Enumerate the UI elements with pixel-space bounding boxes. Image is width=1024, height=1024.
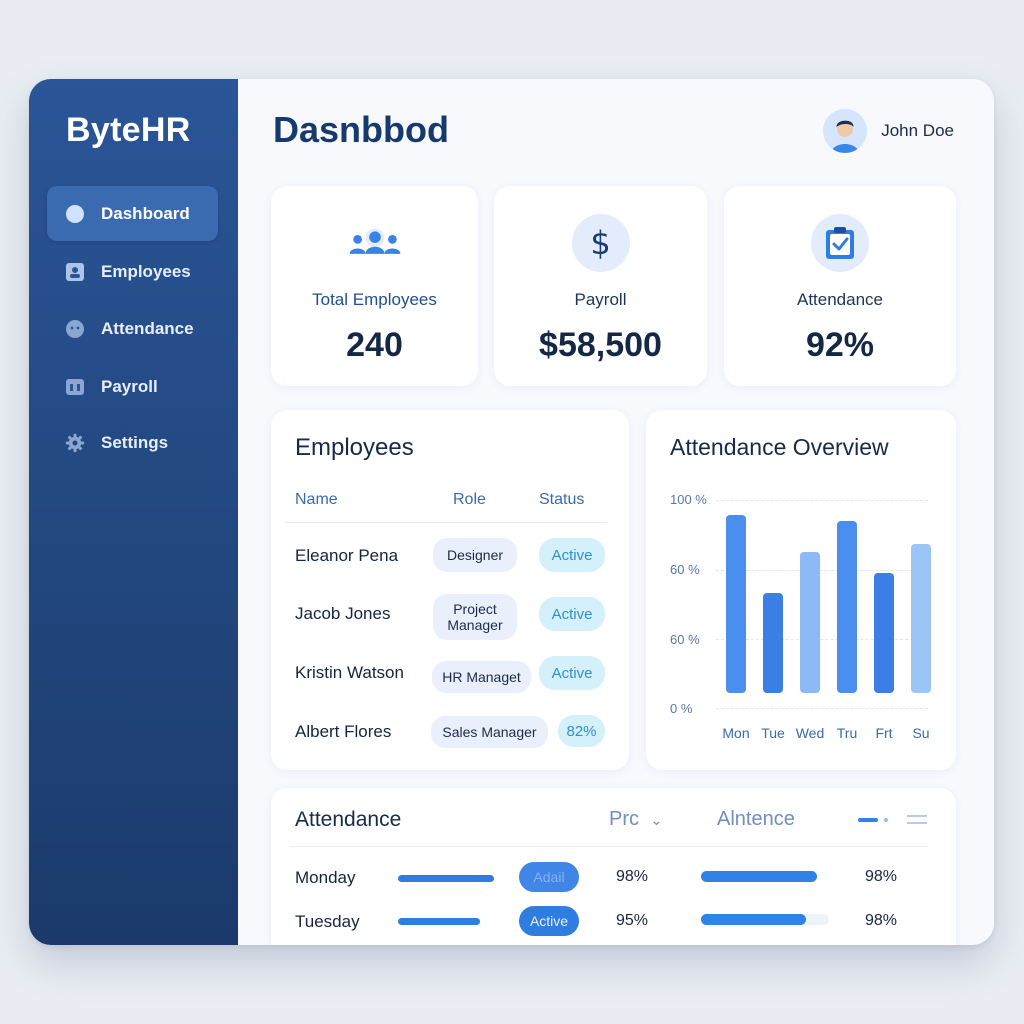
x-tick-label: Wed <box>795 725 825 741</box>
dollar-icon: $ <box>571 214 630 272</box>
app-window: ByteHR Dashboard Employees Attendance Pa… <box>29 79 994 945</box>
status-badge: Active <box>539 538 605 572</box>
role-badge: Project Manager <box>433 594 517 640</box>
employee-name: Eleanor Pena <box>295 546 399 565</box>
sidebar: ByteHR Dashboard Employees Attendance Pa… <box>29 79 238 945</box>
y-tick-label: 60 % <box>670 632 700 647</box>
status-badge: Active <box>539 597 605 631</box>
gridline <box>716 708 928 709</box>
sidebar-item-label: Settings <box>101 432 169 452</box>
gear-icon <box>65 433 85 453</box>
x-tick-label: Frt <box>875 725 893 741</box>
employees-card: Employees Name Role Status Eleanor Pena … <box>271 410 629 770</box>
user-name: John Doe <box>881 121 954 140</box>
column-header-label: Prc <box>609 808 639 830</box>
sidebar-item-payroll[interactable]: Payroll <box>47 359 218 414</box>
x-tick-label: Tue <box>761 725 785 741</box>
employees-title: Employees <box>295 434 414 461</box>
gridline <box>716 639 928 640</box>
sidebar-item-dashboard[interactable]: Dashboard <box>47 186 218 241</box>
employee-name: Jacob Jones <box>295 604 391 623</box>
chart-bar-wed[interactable] <box>800 552 820 693</box>
wallet-icon <box>65 377 85 397</box>
column-header-name[interactable]: Name <box>295 491 338 509</box>
y-tick-label: 0 % <box>670 701 693 716</box>
people-icon <box>346 214 404 272</box>
progress-bar <box>398 875 494 882</box>
column-header-role[interactable]: Role <box>453 491 486 509</box>
sidebar-item-label: Dashboard <box>101 203 190 223</box>
percent-value: 95% <box>616 912 649 929</box>
status-badge: Active <box>539 656 605 690</box>
attendance-overview-card: Attendance Overview 100 % 60 % 60 % 0 % … <box>646 410 956 770</box>
chart-bar-mon[interactable] <box>726 515 746 693</box>
stat-value: 92% <box>805 326 875 364</box>
divider <box>285 522 607 523</box>
percent-value: 98% <box>865 868 898 885</box>
status-badge: Adail <box>519 862 579 892</box>
column-header-alntence[interactable]: Alntence <box>717 808 795 831</box>
role-badge: HR Managet <box>432 661 531 693</box>
brand-logo: ByteHR <box>66 111 191 149</box>
sidebar-item-attendance[interactable]: Attendance <box>47 301 218 356</box>
menu-icon[interactable] <box>907 814 927 826</box>
progress-bar <box>398 918 480 925</box>
divider <box>289 846 928 847</box>
clock-icon <box>65 319 85 339</box>
clipboard-check-icon <box>811 214 869 272</box>
stat-value: 240 <box>346 326 403 364</box>
sidebar-item-settings[interactable]: Settings <box>47 415 218 470</box>
progress-bar <box>701 914 829 925</box>
status-badge: Active <box>519 906 579 936</box>
x-tick-label: Su <box>912 725 930 741</box>
x-tick-label: Tru <box>836 725 858 741</box>
stat-label: Payroll <box>574 290 627 309</box>
attendance-card: Attendance Prc ⌄ Alntence Monday Adail 9… <box>271 788 956 945</box>
progress-bar <box>701 871 817 882</box>
column-header-prc[interactable]: Prc ⌄ <box>609 808 662 831</box>
sidebar-item-label: Attendance <box>101 318 194 338</box>
y-tick-label: 100 % <box>670 492 707 507</box>
column-header-status[interactable]: Status <box>539 491 584 509</box>
chart-bar-tue[interactable] <box>763 592 783 693</box>
main-content: Dasnbbod John Doe Total Employees 240 $ … <box>238 79 994 945</box>
y-tick-label: 60 % <box>670 562 700 577</box>
id-card-icon <box>65 262 85 282</box>
sidebar-item-label: Payroll <box>101 376 158 396</box>
status-badge: 82% <box>558 715 605 747</box>
role-badge: Designer <box>433 538 517 572</box>
stat-card-total-employees: Total Employees 240 <box>271 186 478 386</box>
chart-bar-tru[interactable] <box>837 521 857 693</box>
chart-bar-frt[interactable] <box>874 573 894 693</box>
stat-card-payroll: $ Payroll $58,500 <box>494 186 707 386</box>
stat-card-attendance: Attendance 92% <box>724 186 956 386</box>
stat-label: Attendance <box>796 290 883 309</box>
progress-fill <box>701 914 806 925</box>
chart-bar-su[interactable] <box>911 544 931 693</box>
progress-fill <box>701 871 817 882</box>
gridline <box>716 570 928 571</box>
attendance-title: Attendance <box>295 808 402 831</box>
sidebar-item-label: Employees <box>101 261 191 281</box>
percent-value: 98% <box>865 912 898 929</box>
x-tick-label: Mon <box>722 725 750 741</box>
gridline <box>716 500 928 501</box>
avatar[interactable] <box>823 109 868 153</box>
chart-title: Attendance Overview <box>670 434 889 460</box>
circle-icon <box>65 204 85 224</box>
employee-name: Albert Flores <box>295 722 392 741</box>
role-badge: Sales Manager <box>431 716 548 748</box>
sidebar-item-employees[interactable]: Employees <box>47 244 218 299</box>
employee-name: Kristin Watson <box>295 663 404 682</box>
percent-value: 98% <box>616 868 649 885</box>
view-toggle-icon[interactable] <box>858 816 894 826</box>
stat-value: $58,500 <box>539 326 662 364</box>
page-title: Dasnbbod <box>273 109 449 150</box>
sort-icon[interactable]: ⌄ <box>651 812 663 828</box>
user-menu[interactable]: John Doe <box>823 109 954 153</box>
stat-label: Total Employees <box>312 290 437 309</box>
day-label: Tuesday <box>295 912 360 931</box>
day-label: Monday <box>295 868 356 887</box>
